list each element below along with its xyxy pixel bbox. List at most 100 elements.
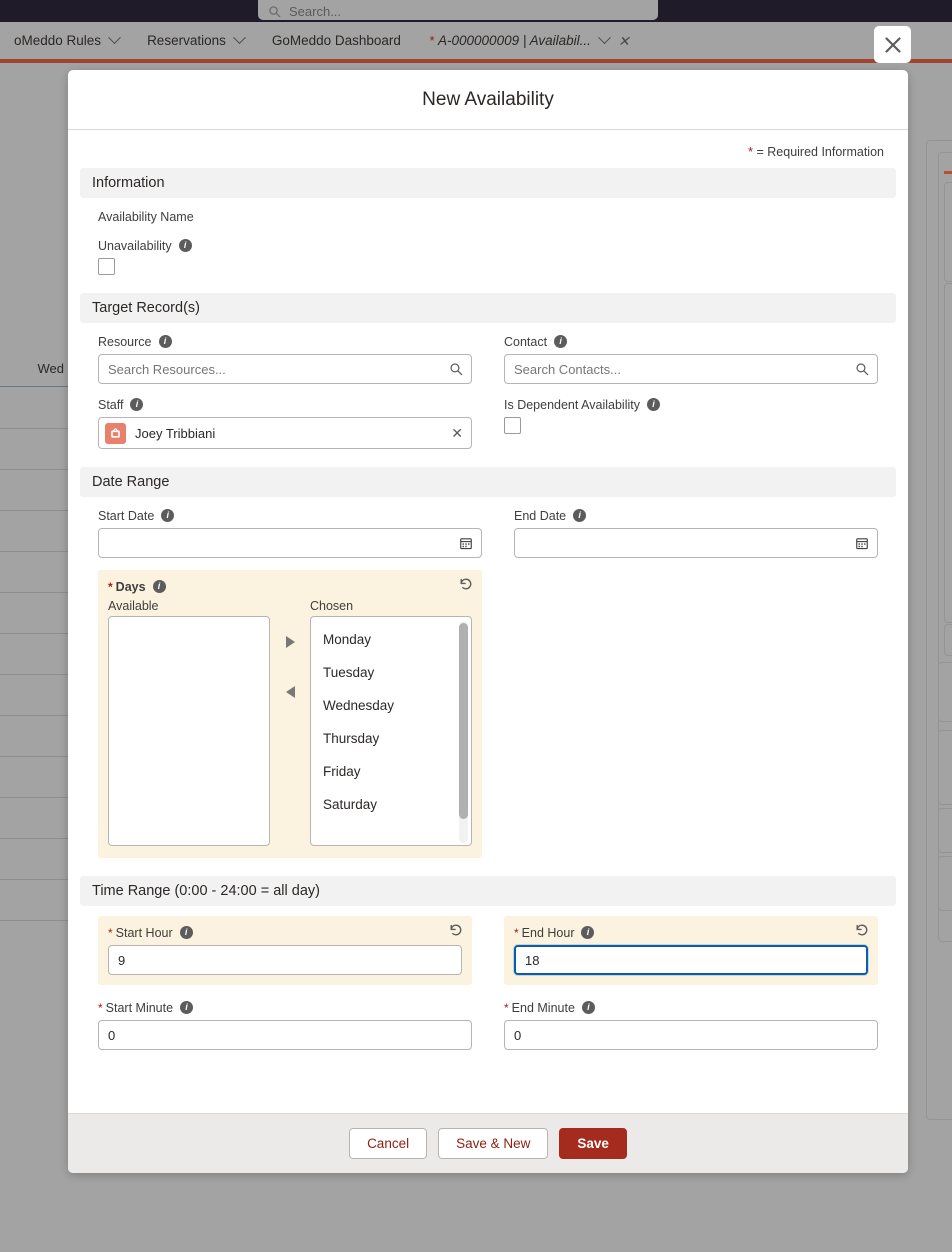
info-icon[interactable]: i: [179, 239, 192, 252]
section-title: Date Range: [92, 474, 169, 490]
section-title: Time Range (0:00 - 24:00 = all day): [92, 883, 320, 899]
unavailability-checkbox[interactable]: [98, 258, 115, 275]
info-icon[interactable]: i: [573, 509, 586, 522]
days-label-row: * Days i: [108, 578, 472, 595]
end-minute-label-row: * End Minute i: [504, 999, 878, 1016]
end-hour-label: End Hour: [522, 926, 575, 940]
staff-lookup-field[interactable]: Joey Tribbiani ✕: [98, 417, 472, 449]
cancel-button[interactable]: Cancel: [349, 1128, 427, 1159]
required-info-legend: * = Required Information: [68, 130, 908, 168]
is-dependent-availability-checkbox[interactable]: [504, 417, 521, 434]
undo-icon[interactable]: [448, 922, 464, 938]
tab-availability-record[interactable]: * A-000000009 | Availabil... ✕: [415, 22, 644, 59]
undo-icon[interactable]: [854, 922, 870, 938]
chosen-listbox[interactable]: MondayTuesdayWednesdayThursdayFridaySatu…: [310, 616, 472, 846]
end-minute-input[interactable]: 0: [504, 1020, 878, 1050]
unavailability-label-row: Unavailability i: [98, 237, 878, 254]
triangle-left-icon[interactable]: [286, 686, 295, 698]
tab-bar-accent-rule: [0, 59, 952, 63]
end-date-input[interactable]: [514, 528, 878, 558]
info-icon[interactable]: i: [159, 335, 172, 348]
section-body-information: Availability Name Unavailability i: [68, 198, 908, 293]
field-unavailability: Unavailability i: [98, 237, 878, 275]
section-title: Information: [92, 175, 165, 191]
start-hour-input[interactable]: 9: [108, 945, 462, 975]
new-availability-modal: New Availability * = Required Informatio…: [68, 70, 908, 1173]
calendar-header-rule: [0, 386, 70, 387]
calendar-gridline: [0, 797, 70, 798]
background-card: [944, 283, 952, 623]
start-minute-label-row: * Start Minute i: [98, 999, 472, 1016]
section-header-target-records: Target Record(s): [80, 293, 896, 323]
field-staff: Staff i Joey Tribbiani ✕: [98, 396, 472, 449]
tab-label: GoMeddo Dashboard: [272, 33, 401, 48]
unavailability-label: Unavailability: [98, 239, 172, 253]
field-days: * Days i Available: [98, 570, 482, 858]
days-available-column: Available: [108, 599, 270, 846]
start-date-input[interactable]: [98, 528, 482, 558]
scrollbar-thumb[interactable]: [459, 623, 468, 819]
info-icon[interactable]: i: [647, 398, 660, 411]
resource-label-row: Resource i: [98, 333, 472, 350]
save-and-new-button[interactable]: Save & New: [438, 1128, 548, 1159]
tab-gomeddo-dashboard[interactable]: GoMeddo Dashboard: [258, 22, 415, 59]
global-search-box[interactable]: Search...: [258, 0, 658, 20]
end-hour-value: 18: [525, 953, 539, 968]
available-list: [109, 617, 269, 623]
end-hour-input[interactable]: 18: [514, 945, 868, 975]
chevron-down-icon[interactable]: [598, 31, 611, 44]
chevron-down-icon[interactable]: [233, 31, 246, 44]
calendar-gridline: [0, 674, 70, 675]
info-icon[interactable]: i: [161, 509, 174, 522]
tab-reservations[interactable]: Reservations: [133, 22, 258, 59]
end-hour-label-row: * End Hour i: [514, 924, 868, 941]
search-icon[interactable]: [855, 362, 869, 376]
list-item[interactable]: Tuesday: [311, 656, 471, 689]
info-icon[interactable]: i: [153, 580, 166, 593]
required-asterisk: *: [748, 145, 753, 159]
background-card: [938, 730, 952, 805]
list-item[interactable]: Monday: [311, 623, 471, 656]
tab-gomeddo-rules[interactable]: oMeddo Rules: [0, 22, 133, 59]
section-header-time-range: Time Range (0:00 - 24:00 = all day): [80, 876, 896, 906]
start-hour-value: 9: [118, 953, 125, 968]
list-item[interactable]: Wednesday: [311, 689, 471, 722]
list-item[interactable]: Friday: [311, 755, 471, 788]
field-start-minute: * Start Minute i 0: [98, 999, 472, 1050]
triangle-right-icon[interactable]: [286, 636, 295, 648]
background-card: [938, 808, 952, 853]
start-minute-input[interactable]: 0: [98, 1020, 472, 1050]
calendar-icon[interactable]: [855, 536, 869, 550]
chosen-list: MondayTuesdayWednesdayThursdayFridaySatu…: [311, 617, 471, 821]
calendar-gridline: [0, 428, 70, 429]
search-icon[interactable]: [449, 362, 463, 376]
info-icon[interactable]: i: [581, 926, 594, 939]
info-icon[interactable]: i: [554, 335, 567, 348]
info-icon[interactable]: i: [180, 1001, 193, 1014]
resource-search-input[interactable]: Search Resources...: [98, 354, 472, 384]
chevron-down-icon[interactable]: [108, 31, 121, 44]
field-start-date: Start Date i: [98, 507, 482, 558]
days-dual-listbox: Available Chosen MondayTue: [108, 599, 472, 848]
chosen-label: Chosen: [310, 599, 472, 613]
list-item[interactable]: Saturday: [311, 788, 471, 821]
contact-label: Contact: [504, 335, 547, 349]
modal-footer: Cancel Save & New Save: [68, 1113, 908, 1173]
list-item[interactable]: Thursday: [311, 722, 471, 755]
contact-placeholder: Search Contacts...: [514, 362, 621, 377]
available-listbox[interactable]: [108, 616, 270, 846]
save-button[interactable]: Save: [559, 1128, 627, 1159]
info-icon[interactable]: i: [180, 926, 193, 939]
chosen-scrollbar[interactable]: [459, 621, 468, 843]
calendar-icon[interactable]: [459, 536, 473, 550]
staff-clear-icon[interactable]: ✕: [451, 426, 463, 440]
modal-close-button[interactable]: [874, 26, 911, 63]
tab-bar: oMeddo Rules Reservations GoMeddo Dashbo…: [0, 22, 952, 59]
undo-icon[interactable]: [458, 576, 474, 592]
contact-search-input[interactable]: Search Contacts...: [504, 354, 878, 384]
info-icon[interactable]: i: [582, 1001, 595, 1014]
tab-close-icon[interactable]: ✕: [618, 34, 630, 48]
days-dirty-wrapper: * Days i Available: [98, 570, 482, 858]
info-icon[interactable]: i: [130, 398, 143, 411]
background-card: [944, 182, 952, 282]
